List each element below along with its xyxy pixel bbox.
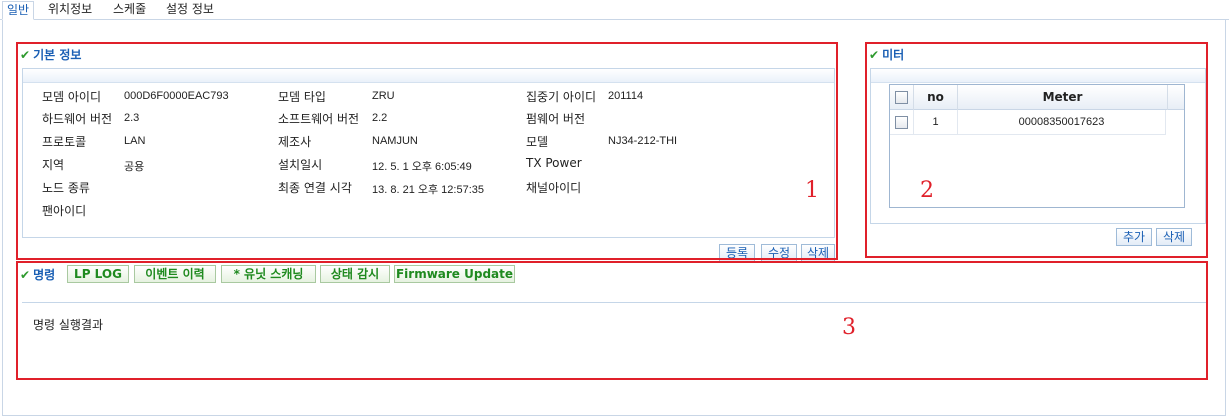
annotation-number-1: 1 [805, 178, 819, 203]
tab-settings-info[interactable]: 설정 정보 [166, 1, 214, 20]
tab-schedule[interactable]: 스케줄 [113, 1, 146, 20]
annotation-frame-2 [865, 42, 1208, 258]
tab-bar: 일반 위치정보 스케줄 설정 정보 [0, 0, 1229, 20]
annotation-frame-1 [16, 42, 838, 260]
annotation-frame-3 [16, 261, 1208, 380]
tab-location[interactable]: 위치정보 [48, 1, 92, 20]
annotation-number-3: 3 [842, 315, 856, 340]
tab-general[interactable]: 일반 [2, 1, 35, 20]
annotation-number-2: 2 [920, 178, 934, 203]
